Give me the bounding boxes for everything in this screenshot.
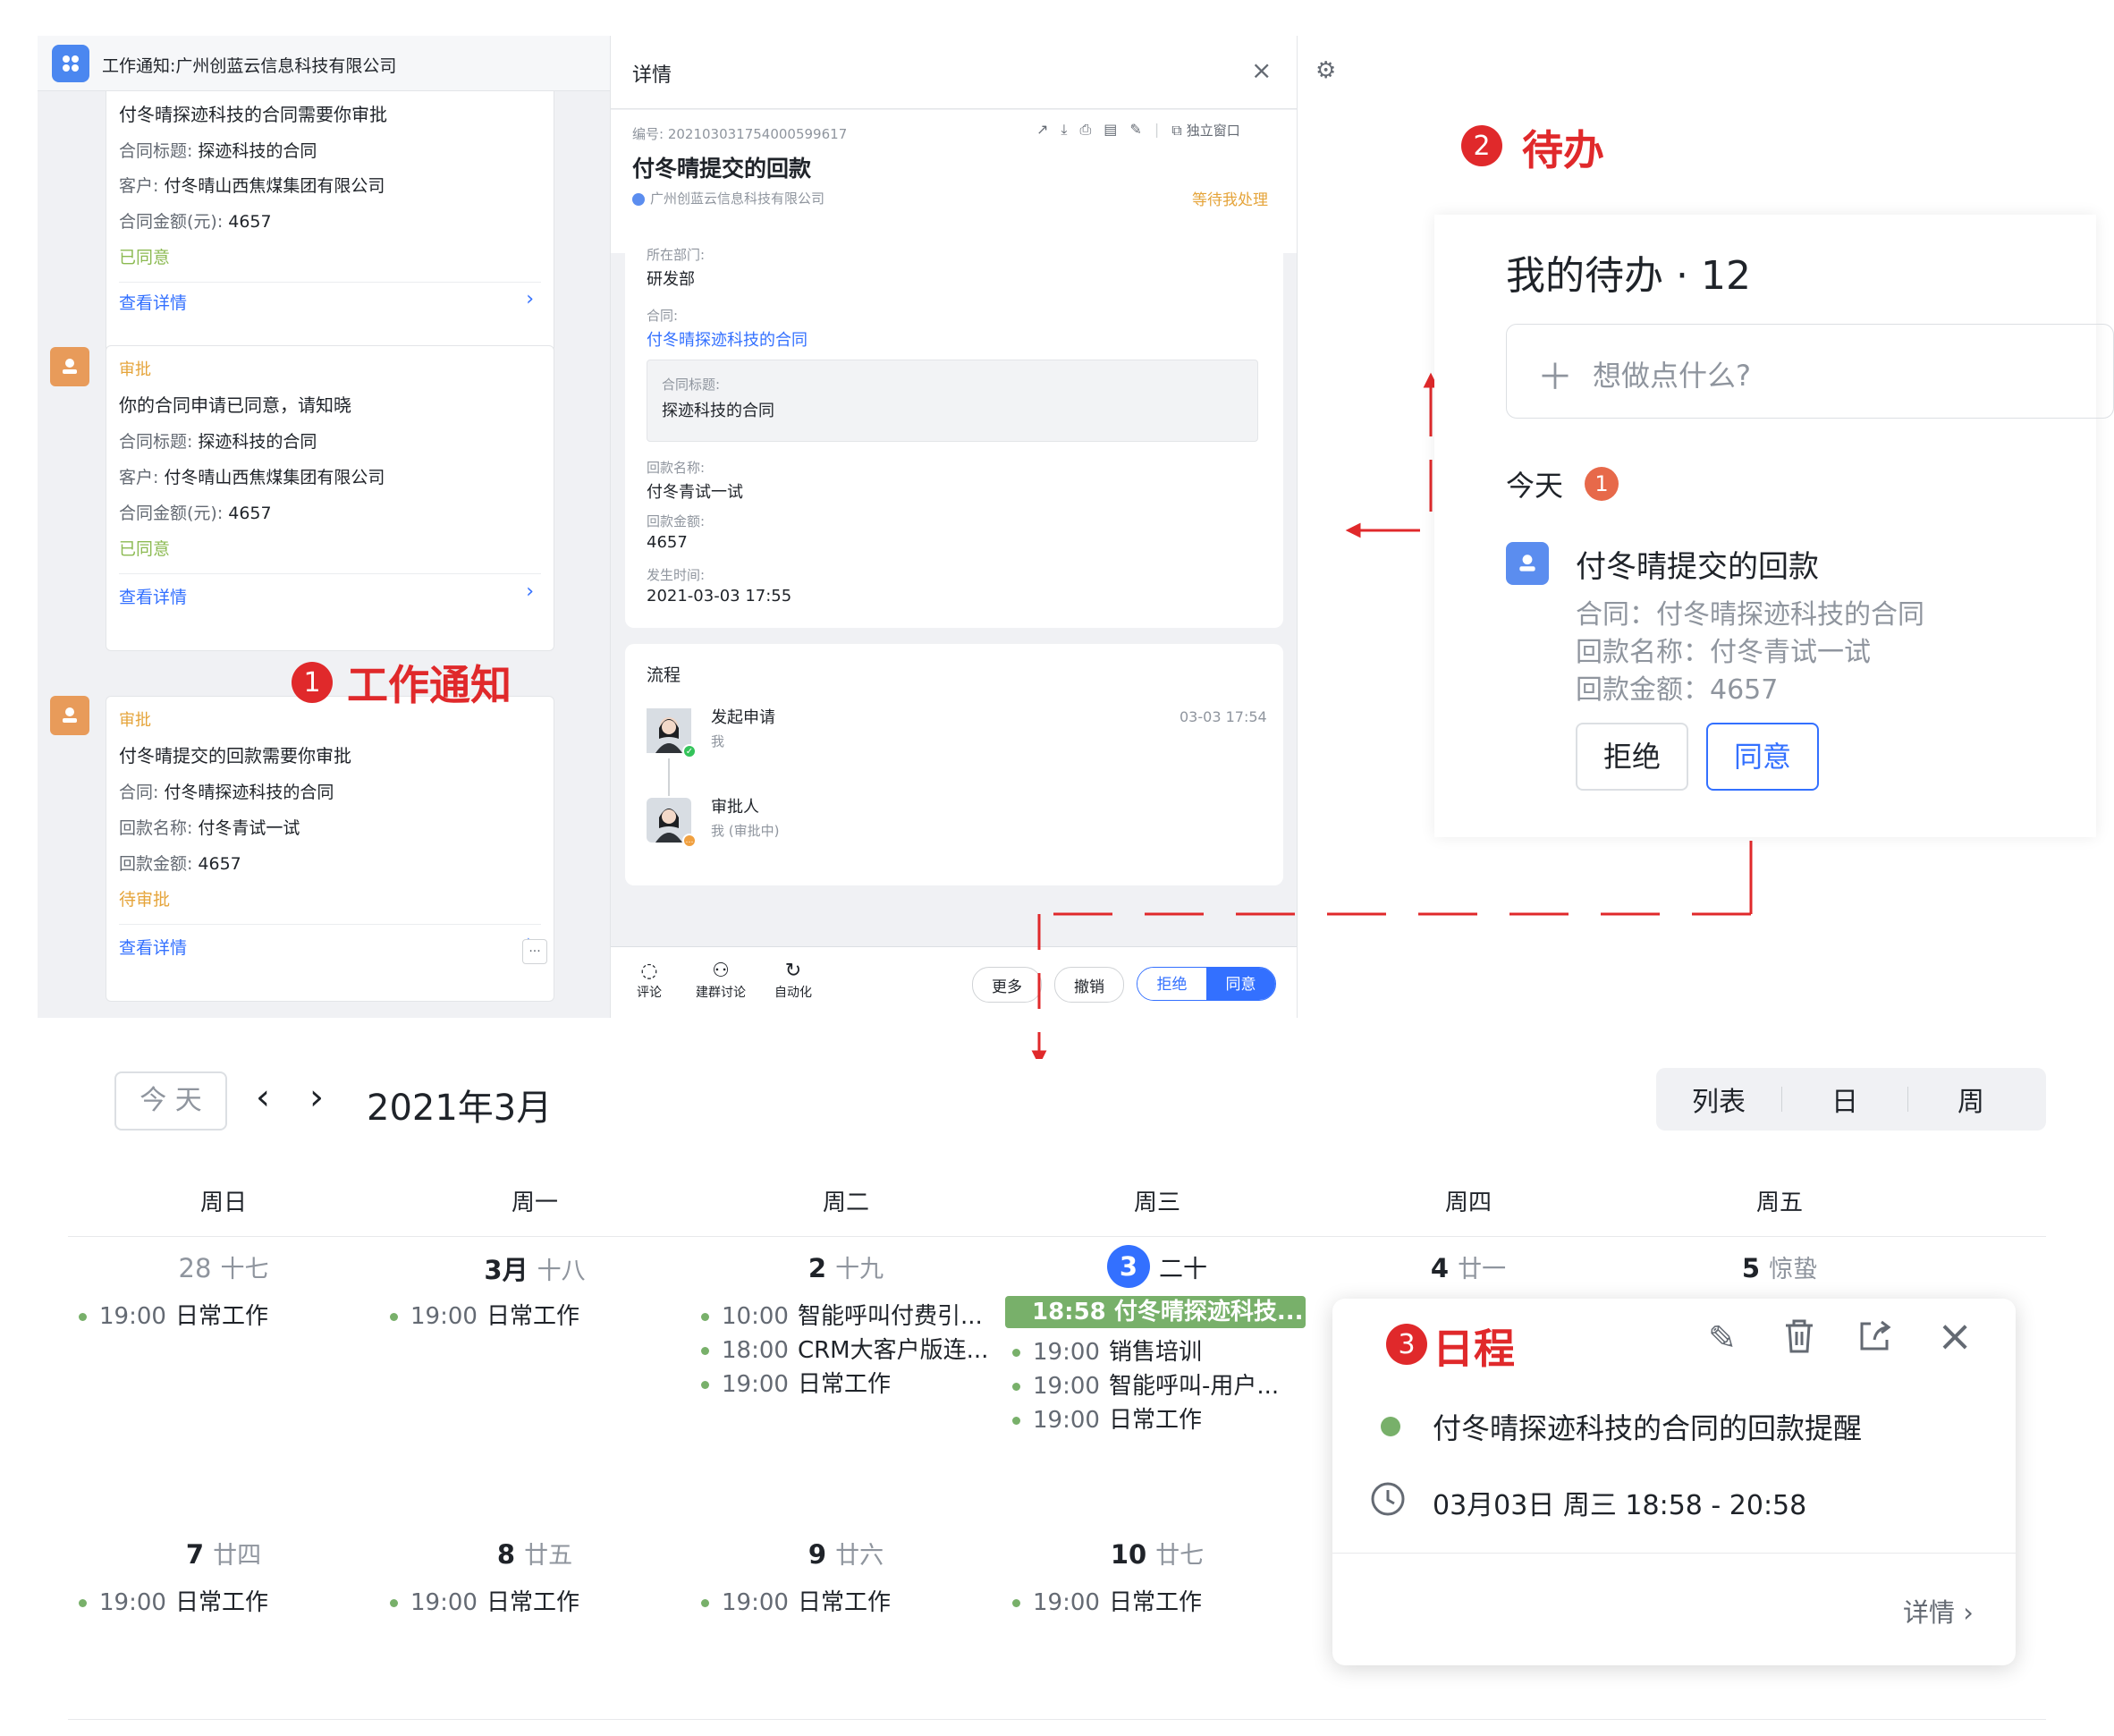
weekday-header: 周日 [199, 1190, 247, 1216]
annotation-label-schedule: 日程 [1433, 1325, 1515, 1373]
annotation-badge-2: 2 [1461, 125, 1502, 166]
todo-reject-button[interactable]: 拒绝 [1576, 723, 1688, 791]
todo-input[interactable]: ＋ 想做点什么? [1506, 324, 2114, 419]
share-icon[interactable] [1856, 1318, 1892, 1358]
trash-icon[interactable] [1783, 1318, 1815, 1358]
calendar-event[interactable]: 10:00 智能呼叫付费引... [701, 1298, 991, 1331]
todo-item-title[interactable]: 付冬晴提交的回款 [1576, 542, 1819, 586]
todo-item-line: 回款名称：付冬青试一试 [1576, 637, 1871, 668]
todo-item-line: 回款金额：4657 [1576, 674, 1779, 706]
calendar-event[interactable]: 19:00 日常工作 [1012, 1402, 1302, 1435]
today-date-badge: 3 [1107, 1245, 1150, 1288]
weekday-header: 周三 [1133, 1190, 1180, 1216]
calendar-event[interactable]: 19:00 日常工作 [1012, 1584, 1302, 1617]
view-day-tab[interactable]: 日 [1782, 1080, 1907, 1119]
calendar-event[interactable]: 19:00 日常工作 [79, 1584, 368, 1617]
calendar-day-cell-today[interactable]: 3 二十 18:58 付冬晴探迹科技... 19:00 销售培训 19:00 智能呼叫… [1002, 1237, 1314, 1524]
calendar-day-cell[interactable]: 7 廿四 19:00 日常工作 [68, 1523, 380, 1720]
calendar-event[interactable]: 19:00 日常工作 [79, 1298, 368, 1331]
calendar-day-cell[interactable]: 8 廿五 19:00 日常工作 [379, 1523, 691, 1720]
todo-item-line: 合同：付冬晴探迹科技的合同 [1576, 599, 1924, 631]
clock-icon [1370, 1481, 1406, 1520]
calendar-event[interactable]: 19:00 日常工作 [701, 1584, 991, 1617]
annotation-label-todo: 待办 [1522, 126, 1604, 174]
today-label: 今天 [1506, 469, 1564, 503]
todo-panel: 我的待办 · 12 ＋ 想做点什么? 今天 1 付冬晴提交的回款 合同：付冬晴探… [1434, 215, 2114, 837]
calendar-day-cell[interactable]: 28 十七 19:00 日常工作 [68, 1237, 380, 1524]
todo-input-placeholder: 想做点什么? [1593, 359, 1751, 393]
todo-agree-button[interactable]: 同意 [1706, 723, 1819, 791]
calendar-event[interactable]: 19:00 日常工作 [701, 1366, 991, 1399]
schedule-time: 03月03日 周三 18:58 - 20:58 [1433, 1490, 1807, 1521]
view-switcher: 列表 日 周 [1656, 1068, 2046, 1131]
todo-item-avatar-icon [1506, 542, 1549, 585]
calendar-event[interactable]: 19:00 日常工作 [390, 1584, 680, 1617]
edit-icon[interactable]: ✎ [1708, 1318, 1737, 1358]
calendar-day-cell[interactable]: 2 十九 10:00 智能呼叫付费引... 18:00 CRM大客户版连... 19:… [690, 1237, 1002, 1524]
weekday-header: 周一 [511, 1190, 558, 1216]
calendar-day-cell[interactable]: 9 廿六 19:00 日常工作 [690, 1523, 1002, 1720]
schedule-title: 付冬晴探迹科技的合同的回款提醒 [1433, 1411, 1863, 1445]
details-link[interactable]: 详情 › [1903, 1592, 1974, 1630]
calendar-day-cell[interactable]: 3月 十八 19:00 日常工作 [379, 1237, 691, 1524]
today-count-badge: 1 [1585, 467, 1619, 501]
calendar-event[interactable]: 18:00 CRM大客户版连... [701, 1332, 991, 1365]
calendar-day-cell[interactable]: 10 廿七 19:00 日常工作 [1002, 1523, 1314, 1720]
calendar-event[interactable]: 19:00 日常工作 [390, 1298, 680, 1331]
calendar-event[interactable]: 19:00 销售培训 [1012, 1334, 1302, 1367]
highlighted-event[interactable]: 18:58 付冬晴探迹科技... [1005, 1296, 1306, 1328]
weekday-header: 周五 [1755, 1190, 1803, 1216]
schedule-popup: 3 日程 ✎ × 付冬晴探迹科技的合同的回款提醒 03月03日 周三 18:58… [1332, 1299, 2016, 1665]
view-list-tab[interactable]: 列表 [1656, 1080, 1781, 1119]
today-button[interactable]: 今 天 [114, 1071, 227, 1131]
event-color-dot [1381, 1417, 1400, 1436]
close-icon[interactable]: × [1937, 1311, 1973, 1361]
chevron-right-icon[interactable]: › [309, 1077, 324, 1118]
weekday-header: 周二 [822, 1190, 869, 1216]
chevron-left-icon[interactable]: ‹ [256, 1077, 270, 1118]
annotation-badge-3: 3 [1386, 1324, 1427, 1365]
plus-icon: ＋ [1537, 357, 1573, 398]
calendar-event[interactable]: 19:00 智能呼叫-用户... [1012, 1368, 1302, 1401]
month-title: 2021年3月 [367, 1088, 553, 1129]
weekday-header: 周四 [1444, 1190, 1492, 1216]
todo-title: 我的待办 · 12 [1506, 253, 1751, 299]
view-week-tab[interactable]: 周 [1908, 1080, 2034, 1119]
